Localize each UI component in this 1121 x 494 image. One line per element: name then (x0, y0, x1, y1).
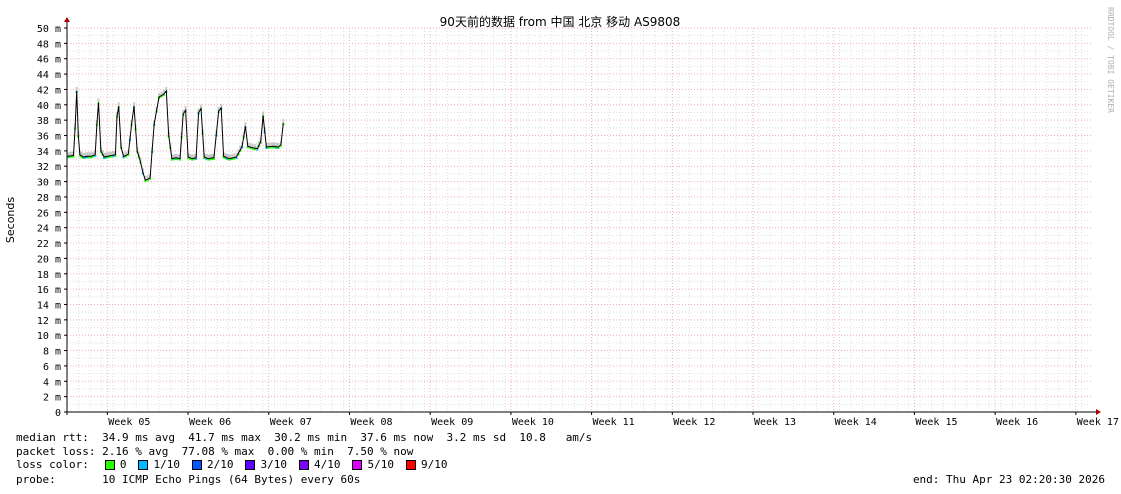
y-tick-label: 18 m (37, 270, 61, 281)
x-tick-label: Week 14 (835, 417, 877, 428)
loss-color-swatch (138, 460, 149, 470)
loss-color-legend: loss color: 0 1/10 2/10 3/10 4/10 5/10 9/10 (16, 458, 459, 472)
x-tick-label: Week 12 (673, 417, 715, 428)
x-tick-label: Week 11 (593, 417, 635, 428)
loss-color-item: 3/10 (245, 458, 287, 472)
y-tick-label: 32 m (37, 162, 61, 173)
y-tick-label: 30 m (37, 178, 61, 189)
y-tick-label: 4 m (43, 377, 61, 388)
rrdtool-watermark: RRDTOOL / TOBI OETIKER (1106, 7, 1115, 113)
packet-loss-row: packet loss: 2.16 % avg 77.08 % max 0.00… (16, 445, 413, 459)
x-tick-label: Week 09 (431, 417, 473, 428)
loss-color-swatch (104, 460, 115, 470)
y-axis-ticks: 0 2 m 4 m 6 m 8 m 10 m 12 m 14 m 16 m 18 m 20 m 22 … (37, 24, 67, 419)
y-tick-label: 28 m (37, 193, 61, 204)
y-tick-label: 36 m (37, 132, 61, 143)
y-tick-label: 48 m (37, 39, 61, 50)
x-tick-label: Week 10 (512, 417, 554, 428)
end-time: end: Thu Apr 23 02:20:30 2026 (912, 473, 1105, 486)
loss-color-items: 0 1/10 2/10 3/10 4/10 5/10 9/10 (104, 458, 460, 472)
probe-label: probe: (16, 473, 56, 486)
median-rtt-values: 34.9 ms avg 41.7 ms max 30.2 ms min 37.6… (102, 431, 593, 444)
y-tick-label: 16 m (37, 285, 61, 296)
y-tick-label: 20 m (37, 254, 61, 265)
y-tick-label: 6 m (43, 362, 61, 373)
y-axis-arrow-icon (64, 17, 70, 22)
loss-color-label-item: 9/10 (420, 458, 448, 471)
y-tick-label: 26 m (37, 208, 61, 219)
y-tick-label: 40 m (37, 101, 61, 112)
probe-value: 10 ICMP Echo Pings (64 Bytes) every 60s (102, 473, 361, 486)
x-tick-label: Week 07 (270, 417, 312, 428)
y-tick-label: 44 m (37, 70, 61, 81)
y-tick-label: 12 m (37, 316, 61, 327)
x-axis-ticks: Week 05 Week 06 Week 07 Week 08 Week 09 Week … (106, 412, 1119, 428)
loss-color-swatch (191, 460, 202, 470)
chart-title: 90天前的数据 from 中国 北京 移动 AS9808 (440, 14, 681, 29)
x-tick-label: Week 06 (189, 417, 231, 428)
loss-color-label: loss color: (16, 458, 89, 471)
y-axis-label: Seconds (4, 197, 17, 243)
y-tick-label: 42 m (37, 85, 61, 96)
x-tick-label: Week 16 (996, 417, 1038, 428)
median-rtt-label: median rtt: (16, 431, 89, 444)
loss-color-item: 4/10 (298, 458, 341, 472)
x-tick-label: Week 05 (108, 417, 150, 428)
axes (64, 17, 1101, 415)
grid (66, 27, 1092, 412)
loss-color-label-item: 4/10 (313, 458, 341, 471)
y-tick-label: 46 m (37, 55, 61, 66)
probe-row: probe: 10 ICMP Echo Pings (64 Bytes) eve… (16, 473, 360, 487)
loss-color-item: 5/10 (352, 458, 394, 472)
loss-color-label-item: 5/10 (367, 458, 394, 471)
loss-color-swatch (405, 460, 416, 470)
loss-color-item: 9/10 (405, 458, 448, 472)
loss-color-label-item: 3/10 (260, 458, 287, 471)
x-tick-label: Week 13 (754, 417, 796, 428)
packet-loss-label: packet loss: (16, 445, 96, 458)
y-tick-label: 38 m (37, 116, 61, 127)
x-tick-label: Week 08 (350, 417, 392, 428)
smokeping-chart: 90天前的数据 from 中国 北京 移动 AS9808 Seconds RRD… (4, 7, 1119, 428)
x-tick-label: Week 15 (915, 417, 957, 428)
loss-color-swatch (352, 460, 363, 470)
loss-color-item: 0 (104, 458, 127, 472)
y-tick-label: 22 m (37, 239, 61, 250)
x-tick-label: Week 17 (1077, 417, 1119, 428)
y-tick-label: 0 (55, 408, 61, 419)
y-tick-label: 24 m (37, 224, 61, 235)
median-rtt-row: median rtt: 34.9 ms avg 41.7 ms max 30.2… (16, 431, 592, 445)
loss-color-label-item: 2/10 (206, 458, 234, 471)
loss-color-label-item: 0 (119, 458, 127, 471)
loss-color-swatch (298, 460, 309, 470)
loss-color-label-item: 1/10 (153, 458, 180, 471)
y-tick-label: 8 m (43, 347, 61, 358)
loss-color-item: 1/10 (138, 458, 180, 472)
y-tick-label: 50 m (37, 24, 61, 35)
y-tick-label: 34 m (37, 147, 61, 158)
x-axis-arrow-icon (1096, 409, 1101, 415)
y-tick-label: 14 m (37, 300, 61, 311)
loss-color-swatch (245, 460, 256, 470)
y-tick-label: 10 m (37, 331, 61, 342)
loss-color-item: 2/10 (191, 458, 234, 472)
y-tick-label: 2 m (43, 393, 61, 404)
packet-loss-values: 2.16 % avg 77.08 % max 0.00 % min 7.50 %… (102, 445, 414, 458)
